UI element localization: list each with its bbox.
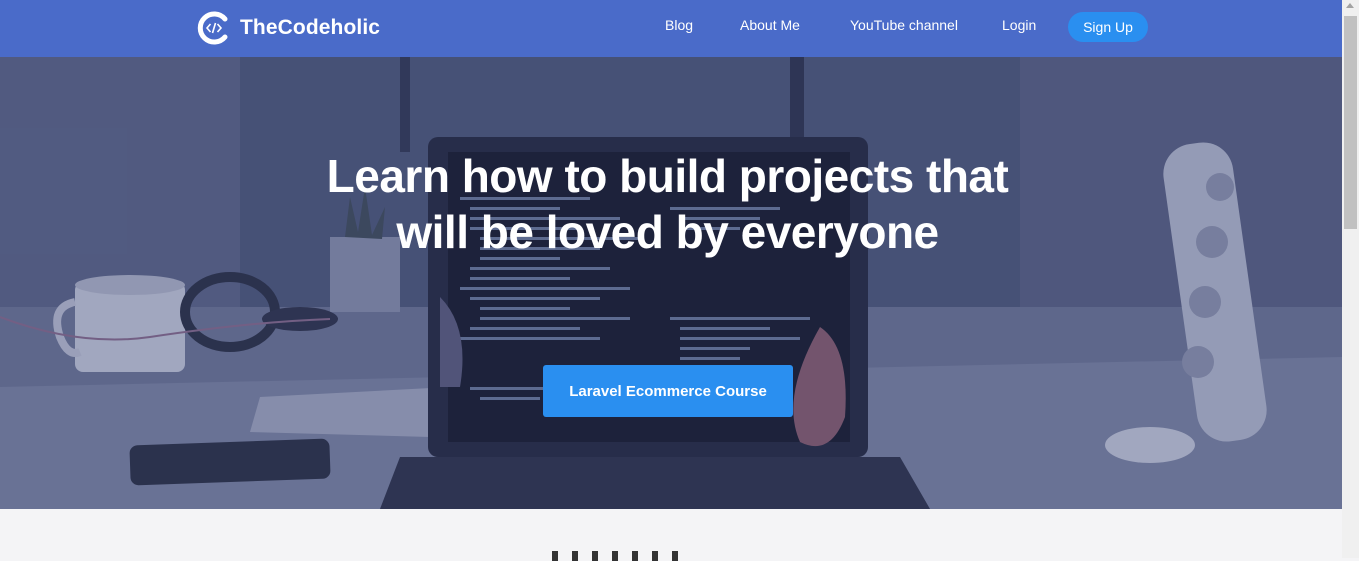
next-section bbox=[0, 509, 1342, 561]
brand-name: TheCodeholic bbox=[240, 16, 381, 39]
page-scrollbar[interactable] bbox=[1342, 0, 1359, 558]
brand-link[interactable]: TheCodeholic bbox=[197, 9, 380, 47]
top-navbar: TheCodeholic Blog About Me YouTube chann… bbox=[0, 0, 1342, 57]
nav-link-youtube-channel[interactable]: YouTube channel bbox=[850, 17, 958, 33]
sign-up-button[interactable]: Sign Up bbox=[1068, 12, 1148, 42]
hero-section: Learn how to build projects that will be… bbox=[0, 57, 1342, 509]
scroll-up-arrow-icon[interactable] bbox=[1346, 3, 1354, 8]
nav-link-blog[interactable]: Blog bbox=[665, 17, 693, 33]
nav-link-login[interactable]: Login bbox=[1002, 17, 1036, 33]
hero-title: Learn how to build projects that will be… bbox=[326, 150, 1009, 258]
hero-overlay bbox=[0, 57, 1342, 509]
laravel-course-button[interactable]: Laravel Ecommerce Course bbox=[543, 365, 793, 417]
code-brackets-logo-icon bbox=[197, 11, 228, 45]
section-heading-peek bbox=[552, 551, 712, 561]
nav-link-about-me[interactable]: About Me bbox=[740, 17, 800, 33]
scroll-thumb[interactable] bbox=[1344, 16, 1357, 229]
